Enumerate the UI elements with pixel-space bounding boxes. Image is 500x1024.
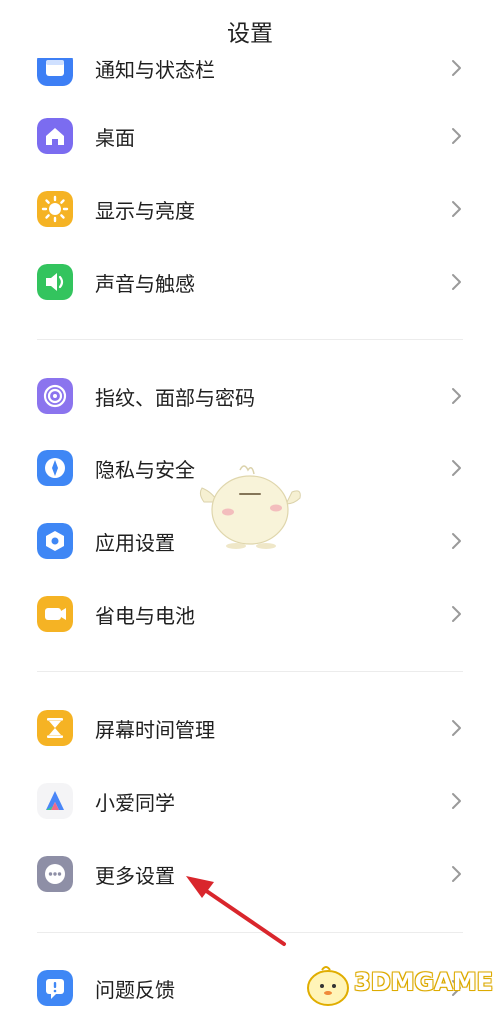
settings-item-label: 更多设置 [95, 864, 175, 888]
chevron-right-icon [446, 272, 466, 292]
chevron-right-icon [446, 531, 466, 551]
settings-item-label: 通知与状态栏 [95, 58, 215, 82]
settings-item-label: 指纹、面部与密码 [95, 386, 255, 410]
watermark-mascot-icon [307, 966, 349, 1006]
more-dots-icon [37, 856, 73, 892]
section-divider [37, 339, 463, 340]
xiaoai-icon [37, 783, 73, 819]
feedback-icon [37, 970, 73, 1006]
settings-item-label: 声音与触感 [95, 272, 195, 296]
settings-item-battery[interactable]: 省电与电池 [0, 578, 500, 650]
fingerprint-icon [37, 378, 73, 414]
site-watermark: 3DMGAME [302, 962, 498, 1008]
shield-icon [37, 450, 73, 486]
settings-item-label: 桌面 [95, 126, 135, 150]
settings-item-xiaoai[interactable]: 小爱同学 [0, 765, 500, 837]
chevron-right-icon [446, 718, 466, 738]
speaker-icon [37, 264, 73, 300]
settings-item-sound[interactable]: 声音与触感 [0, 246, 500, 318]
settings-item-desktop[interactable]: 桌面 [0, 100, 500, 172]
home-icon [37, 118, 73, 154]
page-title: 设置 [227, 21, 273, 47]
section-divider [37, 671, 463, 672]
settings-header: 设置 [0, 0, 500, 58]
watermark-text: 3DMGAME [354, 968, 494, 996]
app-settings-icon [37, 523, 73, 559]
settings-item-label: 问题反馈 [95, 978, 175, 1002]
settings-item-label: 隐私与安全 [95, 458, 195, 482]
settings-item-label: 屏幕时间管理 [95, 718, 215, 742]
settings-item-display[interactable]: 显示与亮度 [0, 173, 500, 245]
sun-icon [37, 191, 73, 227]
battery-icon [37, 596, 73, 632]
mascot-watermark-icon [196, 458, 304, 550]
chevron-right-icon [446, 864, 466, 884]
settings-item-label: 显示与亮度 [95, 199, 195, 223]
chevron-right-icon [446, 791, 466, 811]
settings-item-fingerprint[interactable]: 指纹、面部与密码 [0, 360, 500, 432]
settings-item-label: 小爱同学 [95, 791, 175, 815]
settings-item-label: 省电与电池 [95, 604, 195, 628]
chevron-right-icon [446, 58, 466, 78]
chevron-right-icon [446, 386, 466, 406]
settings-item-screen-time[interactable]: 屏幕时间管理 [0, 692, 500, 764]
chevron-right-icon [446, 458, 466, 478]
chevron-right-icon [446, 199, 466, 219]
chevron-right-icon [446, 604, 466, 624]
hourglass-icon [37, 710, 73, 746]
annotation-arrow-icon [180, 868, 292, 952]
chevron-right-icon [446, 126, 466, 146]
settings-item-label: 应用设置 [95, 531, 175, 555]
